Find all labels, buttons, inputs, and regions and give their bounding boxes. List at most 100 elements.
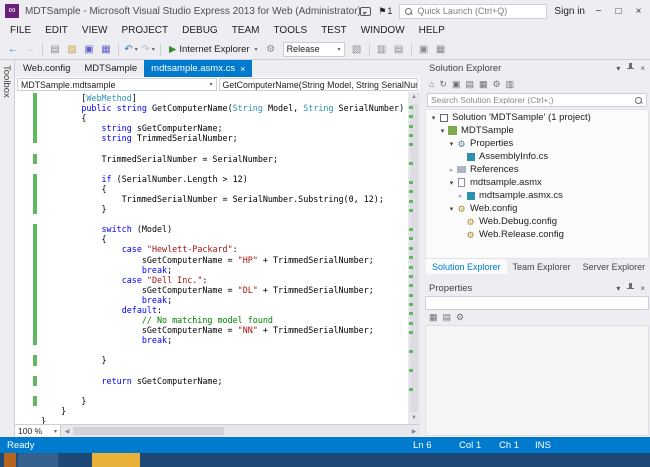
code-line[interactable] xyxy=(15,345,408,355)
menu-edit[interactable]: EDIT xyxy=(38,23,75,38)
code-line[interactable]: default: xyxy=(15,305,408,315)
menu-help[interactable]: HELP xyxy=(412,23,452,38)
redo-icon[interactable]: ↷▾ xyxy=(140,41,156,57)
tree-item-properties[interactable]: ▾⚙Properties xyxy=(426,137,648,150)
menu-team[interactable]: TEAM xyxy=(225,23,267,38)
code-line[interactable]: string sGetComputerName; xyxy=(15,123,408,133)
code-line[interactable]: sGetComputerName = "NN" + TrimmedSerialN… xyxy=(15,325,408,335)
code-line[interactable] xyxy=(15,214,408,224)
editor-horizontal-scrollbar[interactable] xyxy=(73,425,408,437)
close-button[interactable]: × xyxy=(632,6,645,17)
code-line[interactable]: case "Hewlett-Packard": xyxy=(15,244,408,254)
quick-launch-input[interactable]: Quick Launch (Ctrl+Q) xyxy=(399,4,547,19)
feedback-icon[interactable] xyxy=(360,7,371,16)
code-line[interactable]: } xyxy=(15,204,408,214)
scroll-right-icon[interactable]: ▶ xyxy=(408,425,420,437)
zoom-dropdown[interactable]: 100 % ▾ xyxy=(15,425,61,437)
code-line[interactable]: TrimmedSerialNumber = SerialNumber.Subst… xyxy=(15,194,408,204)
save-all-icon[interactable]: ▦ xyxy=(98,41,114,57)
breadcrumb-type-dropdown[interactable]: MDTSample.mdtsample ▾ xyxy=(17,78,217,91)
se-collapse-all-icon[interactable]: ▦ xyxy=(479,79,488,90)
document-tab-mdtsample[interactable]: MDTSample xyxy=(77,60,144,77)
se-switch-views-icon[interactable]: ↻ xyxy=(439,79,447,90)
notifications-flag-icon[interactable]: ⚑ 1 xyxy=(378,6,392,17)
code-line[interactable]: sGetComputerName = "DL" + TrimmedSerialN… xyxy=(15,285,408,295)
code-line[interactable]: } xyxy=(15,355,408,365)
code-line[interactable]: break; xyxy=(15,295,408,305)
start-debug-button[interactable]: ▶Internet Explorer▾ xyxy=(165,43,262,56)
window-position-icon[interactable]: ▾ xyxy=(616,284,620,293)
close-pane-icon[interactable]: × xyxy=(640,284,645,293)
alphabetical-icon[interactable]: ▤ xyxy=(443,312,452,323)
tree-item-solution-mdtsample-1-project[interactable]: ▾Solution 'MDTSample' (1 project) xyxy=(426,111,648,124)
code-line[interactable]: { xyxy=(15,113,408,123)
code-line[interactable]: // No matching model found xyxy=(15,315,408,325)
tree-expander-icon[interactable]: ▾ xyxy=(429,114,438,122)
sign-in-link[interactable]: Sign in xyxy=(554,6,585,17)
tree-expander-icon[interactable]: ▸ xyxy=(456,192,465,200)
menu-window[interactable]: WINDOW xyxy=(354,23,412,38)
se-home-icon[interactable]: ⌂ xyxy=(429,79,434,89)
tree-item-web-config[interactable]: ▾⚙Web.config xyxy=(426,202,648,215)
code-line[interactable]: switch (Model) xyxy=(15,224,408,234)
properties-window-toggle-icon[interactable]: ▤ xyxy=(391,41,407,57)
code-editor[interactable]: [WebMethod] public string GetComputerNam… xyxy=(15,92,420,424)
extensions-icon[interactable]: ▣ xyxy=(416,41,432,57)
properties-grid[interactable] xyxy=(425,325,649,436)
breadcrumb-member-dropdown[interactable]: GetComputerName(String Model, String Ser… xyxy=(219,78,419,91)
code-line[interactable]: { xyxy=(15,184,408,194)
solution-search-input[interactable]: Search Solution Explorer (Ctrl+;) xyxy=(427,93,647,107)
code-line[interactable]: } xyxy=(15,416,408,424)
scrollbar-thumb[interactable] xyxy=(73,427,224,435)
document-tab-mdtsample-asmx-cs[interactable]: mdtsample.asmx.cs× xyxy=(144,60,252,77)
document-tab-web-config[interactable]: Web.config xyxy=(16,60,77,77)
se-show-all-files-icon[interactable]: ▤ xyxy=(466,79,475,90)
code-line[interactable]: break; xyxy=(15,335,408,345)
editor-vertical-scrollbar[interactable]: ▲ ▼ xyxy=(408,92,420,424)
code-line[interactable]: { xyxy=(15,234,408,244)
pin-icon[interactable] xyxy=(626,63,634,73)
menu-debug[interactable]: DEBUG xyxy=(175,23,225,38)
code-line[interactable]: if (SerialNumber.Length > 12) xyxy=(15,174,408,184)
code-line[interactable]: case "Dell Inc.": xyxy=(15,275,408,285)
new-file-icon[interactable]: ▤ xyxy=(47,41,63,57)
code-line[interactable]: public string GetComputerName(String Mod… xyxy=(15,103,408,113)
attach-to-process-icon[interactable]: ⚙ xyxy=(263,41,279,57)
code-line[interactable]: return sGetComputerName; xyxy=(15,376,408,386)
solution-configuration-combo[interactable]: Release▾ xyxy=(283,42,345,57)
property-pages-icon[interactable]: ⚙ xyxy=(456,312,464,323)
panel-tab-team-explorer[interactable]: Team Explorer xyxy=(507,259,577,274)
pin-icon[interactable] xyxy=(626,283,634,293)
tree-expander-icon[interactable]: ▾ xyxy=(447,179,456,187)
open-file-icon[interactable]: ▨ xyxy=(64,41,80,57)
code-line[interactable] xyxy=(15,143,408,153)
code-line[interactable] xyxy=(15,366,408,376)
other-windows-icon[interactable]: ▦ xyxy=(433,41,449,57)
menu-test[interactable]: TEST xyxy=(314,23,354,38)
toolbox-tab[interactable]: Toolbox xyxy=(0,60,14,437)
tree-item-web-debug-config[interactable]: ⚙Web.Debug.config xyxy=(426,215,648,228)
menu-tools[interactable]: TOOLS xyxy=(266,23,314,38)
code-line[interactable]: [WebMethod] xyxy=(15,93,408,103)
undo-icon[interactable]: ↶▾ xyxy=(123,41,139,57)
panel-tab-server-explorer[interactable]: Server Explorer xyxy=(577,259,650,274)
tree-item-references[interactable]: ▸References xyxy=(426,163,648,176)
code-line[interactable]: } xyxy=(15,406,408,416)
window-position-icon[interactable]: ▾ xyxy=(616,64,620,73)
code-line[interactable]: string TrimmedSerialNumber; xyxy=(15,133,408,143)
maximize-button[interactable]: □ xyxy=(612,6,625,17)
properties-object-combo[interactable] xyxy=(425,296,649,310)
tree-item-web-release-config[interactable]: ⚙Web.Release.config xyxy=(426,228,648,241)
se-properties-icon[interactable]: ⚙ xyxy=(493,79,501,90)
scroll-up-icon[interactable]: ▲ xyxy=(408,92,420,103)
menu-project[interactable]: PROJECT xyxy=(114,23,175,38)
scroll-down-icon[interactable]: ▼ xyxy=(408,413,420,424)
categorized-icon[interactable]: ▦ xyxy=(429,312,438,323)
find-in-files-icon[interactable]: ▧ xyxy=(349,41,365,57)
nav-backward-icon[interactable]: ← xyxy=(5,41,21,57)
minimize-button[interactable]: − xyxy=(592,6,605,17)
se-preview-selected-icon[interactable]: ▥ xyxy=(506,79,515,90)
menu-file[interactable]: FILE xyxy=(3,23,38,38)
nav-forward-icon[interactable]: → xyxy=(22,41,38,57)
close-tab-icon[interactable]: × xyxy=(240,64,245,74)
